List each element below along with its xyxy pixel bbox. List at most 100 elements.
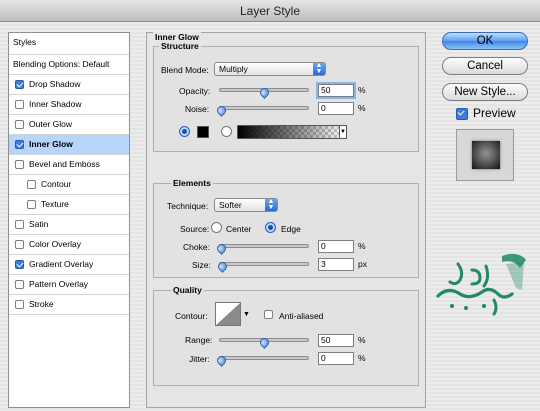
style-item-outer-glow[interactable]: Outer Glow [9,115,129,135]
opacity-unit: % [358,85,366,95]
source-center-radio[interactable] [211,222,222,233]
ok-button[interactable]: OK [442,32,528,50]
style-checkbox[interactable] [15,80,24,89]
preview-label: Preview [473,106,516,120]
dialog-body: Styles Blending Options: Default Drop Shad… [0,22,540,411]
style-item-label: Stroke [29,299,54,309]
style-item-label: Outer Glow [29,119,72,129]
size-slider[interactable] [219,262,309,266]
jitter-unit: % [358,353,366,363]
source-edge-label: Edge [281,224,301,234]
style-item-label: Drop Shadow [29,79,81,89]
blend-mode-value: Multiply [219,64,248,74]
style-checkbox[interactable] [15,260,24,269]
contour-curve-icon [216,303,240,325]
preview-checkbox[interactable] [456,108,468,120]
style-item-contour[interactable]: Contour [9,175,129,195]
style-checkbox[interactable] [15,240,24,249]
style-item-color-overlay[interactable]: Color Overlay [9,235,129,255]
style-item-satin[interactable]: Satin [9,215,129,235]
size-unit: px [358,259,367,269]
styles-list: Styles Blending Options: Default Drop Shad… [8,32,130,408]
jitter-slider[interactable] [219,356,309,360]
style-item-label: Gradient Overlay [29,259,94,269]
style-header-label: Styles [13,37,37,47]
anti-aliased-label: Anti-aliased [279,311,324,321]
gradient-picker[interactable]: ▼ [237,125,347,139]
watermark-logo [436,253,526,316]
contour-label: Contour: [175,311,208,321]
noise-label: Noise: [185,104,210,114]
jitter-label: Jitter: [189,354,210,364]
contour-picker[interactable] [215,302,241,326]
choke-label: Choke: [183,242,210,252]
style-item-label: Pattern Overlay [29,279,89,289]
style-item-label: Inner Glow [29,139,73,149]
style-item-label: Color Overlay [29,239,81,249]
opacity-label: Opacity: [179,86,211,96]
anti-aliased-checkbox[interactable] [264,310,273,319]
opacity-input[interactable]: 50 [318,84,354,97]
technique-select[interactable]: Softer ▲ ▼ [214,198,278,212]
style-item-label: Bevel and Emboss [29,159,100,169]
noise-unit: % [358,103,366,113]
technique-label: Technique: [167,201,209,211]
jitter-input[interactable]: 0 [318,352,354,365]
style-checkbox[interactable] [15,300,24,309]
style-item-styles[interactable]: Styles [9,33,129,55]
inner-glow-panel: Inner Glow Structure Blend Mode: Multipl… [146,32,426,408]
select-arrows-icon: ▲ ▼ [265,198,277,211]
color-fill-radio[interactable] [179,126,190,137]
style-item-blending-options-default[interactable]: Blending Options: Default [9,55,129,75]
glow-color-swatch[interactable] [197,126,209,138]
range-unit: % [358,335,366,345]
gradient-fill-radio[interactable] [221,126,232,137]
style-header-label: Blending Options: Default [13,59,110,69]
style-item-gradient-overlay[interactable]: Gradient Overlay [9,255,129,275]
technique-value: Softer [219,200,242,210]
choke-unit: % [358,241,366,251]
style-checkbox[interactable] [15,160,24,169]
structure-title: Structure [159,41,201,51]
style-item-label: Satin [29,219,49,229]
style-item-inner-glow[interactable]: Inner Glow [9,135,129,155]
style-checkbox[interactable] [15,100,24,109]
choke-input[interactable]: 0 [318,240,354,253]
style-item-drop-shadow[interactable]: Drop Shadow [9,75,129,95]
style-checkbox[interactable] [15,280,24,289]
style-item-stroke[interactable]: Stroke [9,295,129,315]
cancel-button[interactable]: Cancel [442,57,528,75]
source-edge-radio[interactable] [265,222,276,233]
dropdown-arrow-icon: ▼ [339,125,347,139]
style-checkbox[interactable] [15,220,24,229]
range-label: Range: [185,335,213,345]
style-item-pattern-overlay[interactable]: Pattern Overlay [9,275,129,295]
select-arrows-icon: ▲ ▼ [313,62,325,75]
style-checkbox[interactable] [15,140,24,149]
new-style-button[interactable]: New Style... [442,83,528,101]
source-label: Source: [180,224,210,234]
window-title: Layer Style [0,0,540,22]
blend-mode-label: Blend Mode: [161,65,209,75]
style-item-texture[interactable]: Texture [9,195,129,215]
preview-thumbnail [472,141,500,169]
noise-slider[interactable] [219,106,309,110]
quality-title: Quality [171,285,204,295]
elements-title: Elements [171,178,213,188]
noise-input[interactable]: 0 [318,102,354,115]
blend-mode-select[interactable]: Multiply ▲ ▼ [214,62,326,76]
size-input[interactable]: 3 [318,258,354,271]
choke-slider[interactable] [219,244,309,248]
style-item-label: Inner Shadow [29,99,82,109]
style-item-inner-shadow[interactable]: Inner Shadow [9,95,129,115]
range-input[interactable]: 50 [318,334,354,347]
style-checkbox[interactable] [27,180,36,189]
style-item-bevel-and-emboss[interactable]: Bevel and Emboss [9,155,129,175]
contour-dropdown-icon[interactable]: ▼ [243,311,250,318]
style-preview [456,129,514,181]
style-checkbox[interactable] [15,120,24,129]
size-label: Size: [192,260,211,270]
style-checkbox[interactable] [27,200,36,209]
style-item-label: Texture [41,199,69,209]
source-center-label: Center [226,224,252,234]
